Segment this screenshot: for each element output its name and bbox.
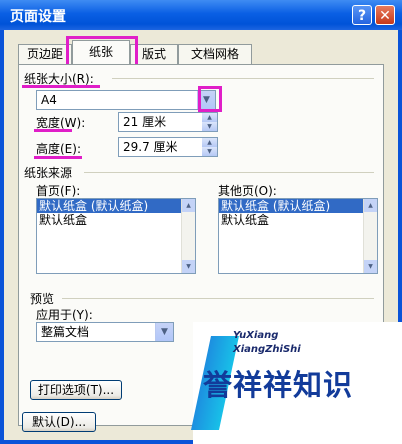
height-value: 29.7 厘米 xyxy=(123,140,178,154)
default-button[interactable]: 默认(D)... xyxy=(22,412,96,432)
divider xyxy=(84,172,374,173)
divider xyxy=(62,298,374,299)
width-value: 21 厘米 xyxy=(123,115,167,129)
other-pages-list[interactable]: 默认纸盒 (默认纸盒) 默认纸盒 ▲ ▼ xyxy=(218,198,378,274)
list-item[interactable]: 默认纸盒 xyxy=(219,213,377,227)
height-label: 高度(E): xyxy=(36,142,81,156)
first-page-label: 首页(F): xyxy=(36,184,81,198)
apply-to-value: 整篇文档 xyxy=(41,325,90,339)
preview-label: 预览 xyxy=(30,292,55,306)
highlight-underline xyxy=(34,156,82,159)
scroll-down-icon[interactable]: ▼ xyxy=(182,260,195,273)
help-icon[interactable]: ? xyxy=(352,5,372,25)
watermark: YuXiang XiangZhiShi 誉祥祥知识 xyxy=(191,322,402,444)
spin-down-icon[interactable]: ▼ xyxy=(202,122,217,131)
divider xyxy=(112,78,374,79)
apply-to-select[interactable]: 整篇文档 ▼ xyxy=(36,322,174,342)
paper-size-value: A4 xyxy=(41,93,57,107)
scroll-up-icon[interactable]: ▲ xyxy=(182,199,195,212)
close-icon[interactable]: ✕ xyxy=(375,5,395,25)
tab-margins[interactable]: 页边距 xyxy=(18,44,72,64)
width-input[interactable]: 21 厘米 ▲ ▼ xyxy=(118,112,218,132)
spin-up-icon[interactable]: ▲ xyxy=(202,138,217,147)
scroll-down-icon[interactable]: ▼ xyxy=(364,260,377,273)
list-item[interactable]: 默认纸盒 (默认纸盒) xyxy=(37,199,195,213)
scrollbar[interactable]: ▲ ▼ xyxy=(181,199,195,273)
paper-size-select[interactable]: A4 ▼ xyxy=(36,90,216,110)
scrollbar[interactable]: ▲ ▼ xyxy=(363,199,377,273)
apply-to-label: 应用于(Y): xyxy=(36,308,93,322)
highlight-underline xyxy=(34,129,72,132)
dialog-title: 页面设置 xyxy=(10,9,66,25)
highlight-dropdown-arrow xyxy=(198,86,222,112)
highlight-underline xyxy=(22,85,100,88)
watermark-small-text: YuXiang xyxy=(233,330,279,341)
title-bar[interactable]: 页面设置 ? ✕ xyxy=(0,0,402,30)
height-input[interactable]: 29.7 厘米 ▲ ▼ xyxy=(118,137,218,157)
scroll-up-icon[interactable]: ▲ xyxy=(364,199,377,212)
first-page-list[interactable]: 默认纸盒 (默认纸盒) 默认纸盒 ▲ ▼ xyxy=(36,198,196,274)
paper-source-label: 纸张来源 xyxy=(24,166,73,180)
print-options-button[interactable]: 打印选项(T)... xyxy=(30,380,122,400)
list-item[interactable]: 默认纸盒 (默认纸盒) xyxy=(219,199,377,213)
tab-document-grid[interactable]: 文档网格 xyxy=(178,44,252,64)
watermark-small-text: XiangZhiShi xyxy=(233,344,301,355)
page-setup-dialog: 页面设置 ? ✕ 页边距 纸张 版式 文档网格 纸张大小(R): A4 ▼ 宽度… xyxy=(0,0,402,444)
chevron-down-icon[interactable]: ▼ xyxy=(155,323,173,341)
spin-down-icon[interactable]: ▼ xyxy=(202,147,217,156)
watermark-text: 誉祥祥知识 xyxy=(203,368,354,402)
list-item[interactable]: 默认纸盒 xyxy=(37,213,195,227)
spin-up-icon[interactable]: ▲ xyxy=(202,113,217,122)
other-pages-label: 其他页(O): xyxy=(218,184,277,198)
